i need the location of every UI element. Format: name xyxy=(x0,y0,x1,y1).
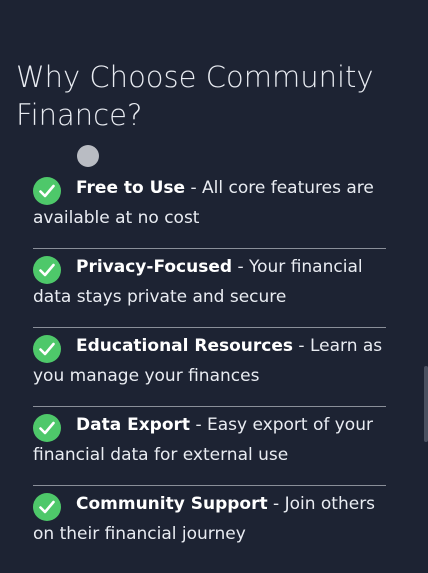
scrollbar-thumb[interactable] xyxy=(424,366,428,442)
touch-indicator xyxy=(77,145,99,167)
feature-text: Privacy-Focused - Your financial data st… xyxy=(33,252,393,312)
feature-separator: - xyxy=(267,494,285,514)
section-title: Why Choose Community Finance? xyxy=(16,60,374,132)
feature-separator: - xyxy=(293,336,310,356)
feature-title: Community Support xyxy=(76,494,268,514)
feature-item-educational-resources: Educational Resources - Learn as you man… xyxy=(33,328,386,407)
feature-text: Educational Resources - Learn as you man… xyxy=(33,331,393,391)
feature-separator: - xyxy=(232,257,249,277)
feature-title: Data Export xyxy=(76,415,191,435)
feature-item-privacy-focused: Privacy-Focused - Your financial data st… xyxy=(33,249,386,328)
feature-item-data-export: Data Export - Easy export of your financ… xyxy=(33,407,386,486)
feature-text: Free to Use - All core features are avai… xyxy=(33,173,393,233)
feature-title: Privacy-Focused xyxy=(76,257,233,277)
feature-separator: - xyxy=(185,178,203,198)
feature-list: Free to Use - All core features are avai… xyxy=(33,170,386,565)
feature-title: Educational Resources xyxy=(76,336,294,356)
feature-text: Community Support - Join others on their… xyxy=(33,489,393,549)
feature-item-free-to-use: Free to Use - All core features are avai… xyxy=(33,170,386,249)
feature-title: Free to Use xyxy=(76,178,186,198)
feature-separator: - xyxy=(190,415,207,435)
feature-text: Data Export - Easy export of your financ… xyxy=(33,410,393,470)
feature-item-community-support: Community Support - Join others on their… xyxy=(33,486,386,565)
page: Why Choose Community Finance? Free to Us… xyxy=(0,0,428,573)
